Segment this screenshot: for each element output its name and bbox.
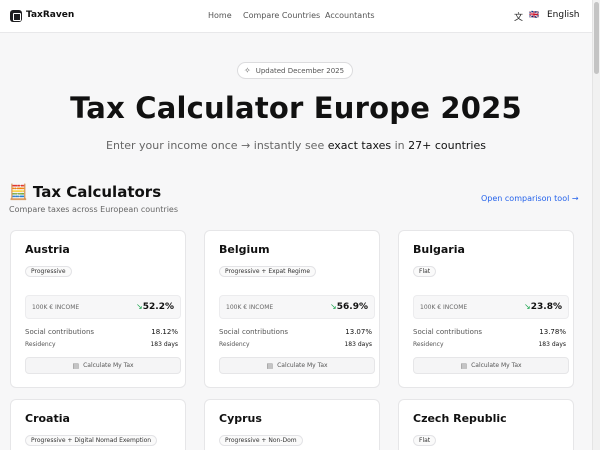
calculator-icon: ▤	[72, 361, 80, 370]
residency-value: 183 days	[538, 341, 566, 348]
social-contributions-label: Social contributions	[25, 328, 95, 336]
residency-value: 183 days	[344, 341, 372, 348]
country-name: Czech Republic	[413, 412, 507, 425]
hero-subtitle-emphasis: 27+ countries	[408, 139, 486, 152]
social-contributions-label: Social contributions	[413, 328, 483, 336]
tax-system-tag: Progressive + Expat Regime	[219, 266, 317, 277]
calculate-button-label: Calculate My Tax	[277, 362, 328, 369]
effective-rate-box: 100K € INCOME ↘ 52.2%	[25, 295, 181, 319]
country-name: Belgium	[219, 243, 270, 256]
effective-rate-box: 100K € INCOME ↘ 23.8%	[413, 295, 569, 319]
hero-subtitle-emphasis: exact taxes	[327, 139, 392, 152]
brand-name[interactable]: TaxRaven	[26, 10, 74, 20]
calculator-icon: ▤	[460, 361, 468, 370]
page-title: Tax Calculator Europe 2025	[70, 91, 522, 125]
country-card-czech-republic[interactable]: Czech Republic Flat	[398, 399, 574, 450]
social-contributions-value: 13.78%	[539, 328, 566, 336]
page-scrollbar[interactable]	[592, 0, 600, 450]
section-title: 🧮 Tax Calculators	[9, 183, 162, 201]
hero-subtitle: Enter your income once → instantly see e…	[0, 139, 592, 152]
tax-system-tag: Progressive + Non-Dom	[219, 435, 303, 446]
country-name: Austria	[25, 243, 70, 256]
residency-label: Residency	[219, 341, 250, 348]
effective-rate: 52.2%	[142, 302, 174, 312]
tax-system-tag: Progressive + Digital Nomad Exemption	[25, 435, 158, 446]
social-contributions-value: 13.07%	[345, 328, 372, 336]
effective-rate: 23.8%	[530, 302, 562, 312]
income-label: 100K € INCOME	[420, 304, 468, 311]
calculate-button[interactable]: ▤ Calculate My Tax	[25, 357, 181, 374]
updated-badge-label: Updated December 2025	[255, 66, 345, 75]
trend-down-icon: ↘	[330, 302, 337, 311]
trend-down-icon: ↘	[136, 302, 143, 311]
top-navbar: TaxRaven Home Compare Countries Accounta…	[0, 0, 592, 33]
effective-rate: 56.9%	[336, 302, 368, 312]
hero-subtitle-part: Enter your income once → instantly see	[106, 139, 328, 152]
section-subtitle: Compare taxes across European countries	[9, 205, 178, 214]
country-name: Cyprus	[219, 412, 262, 425]
scrollbar-thumb[interactable]	[594, 2, 599, 74]
income-label: 100K € INCOME	[32, 304, 80, 311]
flag-icon[interactable]: 🇬🇧	[529, 10, 539, 19]
income-label: 100K € INCOME	[226, 304, 274, 311]
sparkle-icon: ✧	[244, 66, 251, 75]
country-card-belgium[interactable]: Belgium Progressive + Expat Regime 100K …	[204, 230, 380, 388]
language-selector[interactable]: English	[547, 10, 580, 20]
tax-system-tag: Flat	[413, 435, 437, 446]
open-comparison-link[interactable]: Open comparison tool →	[481, 194, 579, 203]
social-contributions-value: 18.12%	[151, 328, 178, 336]
residency-value: 183 days	[150, 341, 178, 348]
calculator-icon: ▤	[266, 361, 274, 370]
effective-rate-box: 100K € INCOME ↘ 56.9%	[219, 295, 375, 319]
social-contributions-label: Social contributions	[219, 328, 289, 336]
calculate-button[interactable]: ▤ Calculate My Tax	[219, 357, 375, 374]
country-name: Bulgaria	[413, 243, 465, 256]
tax-system-tag: Progressive	[25, 266, 72, 277]
logo-icon[interactable]	[10, 10, 22, 22]
residency-label: Residency	[413, 341, 444, 348]
country-card-bulgaria[interactable]: Bulgaria Flat 100K € INCOME ↘ 23.8% Soci…	[398, 230, 574, 388]
nav-home[interactable]: Home	[208, 11, 232, 20]
country-card-cyprus[interactable]: Cyprus Progressive + Non-Dom	[204, 399, 380, 450]
updated-badge: ✧ Updated December 2025	[237, 62, 354, 79]
trend-down-icon: ↘	[524, 302, 531, 311]
nav-compare-countries[interactable]: Compare Countries	[243, 11, 320, 20]
calculate-button-label: Calculate My Tax	[83, 362, 134, 369]
residency-label: Residency	[25, 341, 56, 348]
tax-system-tag: Flat	[413, 266, 437, 277]
calculate-button-label: Calculate My Tax	[471, 362, 522, 369]
calculate-button[interactable]: ▤ Calculate My Tax	[413, 357, 569, 374]
hero-subtitle-part: in	[391, 139, 409, 152]
nav-accountants[interactable]: Accountants	[325, 11, 375, 20]
country-name: Croatia	[25, 412, 70, 425]
translate-icon[interactable]: 文	[514, 10, 523, 23]
country-card-croatia[interactable]: Croatia Progressive + Digital Nomad Exem…	[10, 399, 186, 450]
country-card-austria[interactable]: Austria Progressive 100K € INCOME ↘ 52.2…	[10, 230, 186, 388]
